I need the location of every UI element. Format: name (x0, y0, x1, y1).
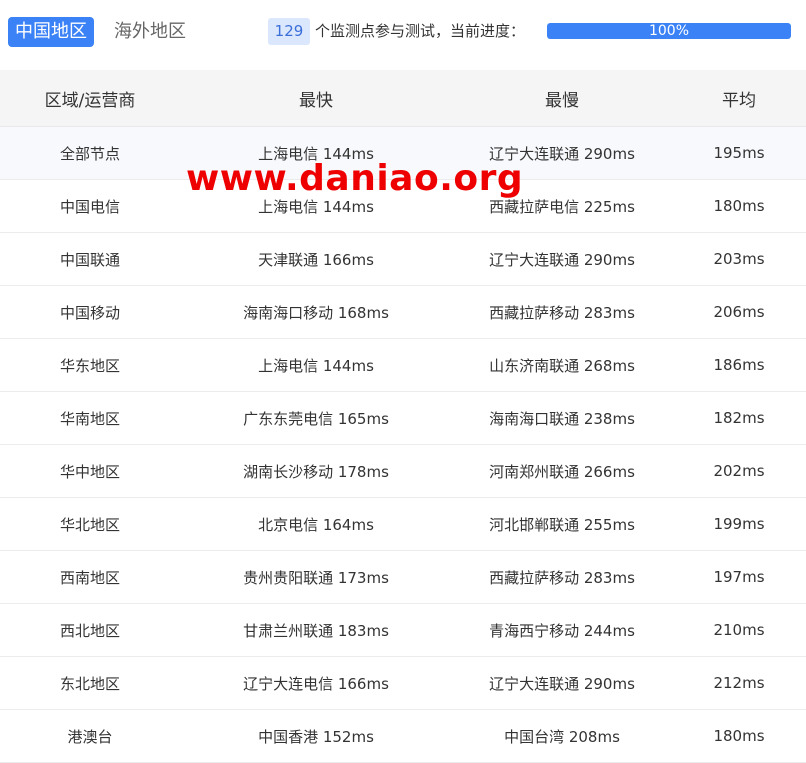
table-row: 华中地区 湖南长沙移动 178ms 河南郑州联通 266ms 202ms (0, 444, 806, 498)
slowest-cell: 海南海口联通 238ms (452, 391, 672, 445)
table-row: 华南地区 广东东莞电信 165ms 海南海口联通 238ms 182ms (0, 391, 806, 445)
fastest-cell: 湖南长沙移动 178ms (180, 444, 452, 498)
slowest-cell: 河北邯郸联通 255ms (452, 497, 672, 551)
slowest-cell: 西藏拉萨电信 225ms (452, 179, 672, 233)
region-cell: 华南地区 (0, 391, 180, 445)
fastest-cell: 广东东莞电信 165ms (180, 391, 452, 445)
slowest-cell: 河南郑州联通 266ms (452, 444, 672, 498)
region-cell: 西南地区 (0, 550, 180, 604)
table-row: 中国移动 海南海口移动 168ms 西藏拉萨移动 283ms 206ms (0, 285, 806, 339)
progress-bar: 100% (547, 23, 791, 39)
table-row: 中国电信 上海电信 144ms 西藏拉萨电信 225ms 180ms (0, 179, 806, 233)
slowest-cell: 辽宁大连联通 290ms (452, 126, 672, 180)
header-fastest: 最快 (180, 70, 452, 127)
region-cell: 华北地区 (0, 497, 180, 551)
table-row: 华北地区 北京电信 164ms 河北邯郸联通 255ms 199ms (0, 497, 806, 551)
monitor-count-badge: 129 (268, 18, 310, 45)
average-cell: 195ms (672, 126, 806, 180)
table-row: 港澳台 中国香港 152ms 中国台湾 208ms 180ms (0, 709, 806, 763)
region-cell: 全部节点 (0, 126, 180, 180)
region-cell: 华中地区 (0, 444, 180, 498)
progress-description: 个监测点参与测试，当前进度： (315, 22, 526, 40)
region-cell: 华东地区 (0, 338, 180, 392)
table-row: 中国联通 天津联通 166ms 辽宁大连联通 290ms 203ms (0, 232, 806, 286)
average-cell: 180ms (672, 179, 806, 233)
average-cell: 186ms (672, 338, 806, 392)
tab-china-region[interactable]: 中国地区 (8, 17, 94, 47)
tab-overseas-region[interactable]: 海外地区 (114, 17, 186, 47)
header-slowest: 最慢 (452, 70, 672, 127)
fastest-cell: 甘肃兰州联通 183ms (180, 603, 452, 657)
average-cell: 180ms (672, 709, 806, 763)
average-cell: 182ms (672, 391, 806, 445)
top-bar: 中国地区 海外地区 129 个监测点参与测试，当前进度： 100% (0, 0, 806, 64)
region-cell: 东北地区 (0, 656, 180, 710)
slowest-cell: 山东济南联通 268ms (452, 338, 672, 392)
average-cell: 206ms (672, 285, 806, 339)
fastest-cell: 上海电信 144ms (180, 126, 452, 180)
fastest-cell: 贵州贵阳联通 173ms (180, 550, 452, 604)
fastest-cell: 上海电信 144ms (180, 179, 452, 233)
slowest-cell: 西藏拉萨移动 283ms (452, 550, 672, 604)
average-cell: 212ms (672, 656, 806, 710)
progress-percent-label: 100% (648, 23, 690, 39)
fastest-cell: 上海电信 144ms (180, 338, 452, 392)
average-cell: 203ms (672, 232, 806, 286)
region-cell: 西北地区 (0, 603, 180, 657)
average-cell: 210ms (672, 603, 806, 657)
slowest-cell: 西藏拉萨移动 283ms (452, 285, 672, 339)
table-header-row: 区域/运营商 最快 最慢 平均 (0, 70, 806, 127)
header-region-isp: 区域/运营商 (0, 70, 180, 127)
fastest-cell: 辽宁大连电信 166ms (180, 656, 452, 710)
table-row: 华东地区 上海电信 144ms 山东济南联通 268ms 186ms (0, 338, 806, 392)
slowest-cell: 青海西宁移动 244ms (452, 603, 672, 657)
slowest-cell: 中国台湾 208ms (452, 709, 672, 763)
table-body: 全部节点 上海电信 144ms 辽宁大连联通 290ms 195ms 中国电信 上海电信 … (0, 126, 806, 763)
average-cell: 199ms (672, 497, 806, 551)
fastest-cell: 北京电信 164ms (180, 497, 452, 551)
region-cell: 中国联通 (0, 232, 180, 286)
region-cell: 中国移动 (0, 285, 180, 339)
average-cell: 202ms (672, 444, 806, 498)
latency-table: 区域/运营商 最快 最慢 平均 全部节点 上海电信 144ms 辽宁大连联通 290… (0, 70, 806, 763)
fastest-cell: 天津联通 166ms (180, 232, 452, 286)
average-cell: 197ms (672, 550, 806, 604)
slowest-cell: 辽宁大连联通 290ms (452, 656, 672, 710)
table-row: 东北地区 辽宁大连电信 166ms 辽宁大连联通 290ms 212ms (0, 656, 806, 710)
header-average: 平均 (672, 70, 806, 127)
region-cell: 港澳台 (0, 709, 180, 763)
region-cell: 中国电信 (0, 179, 180, 233)
table-row: 西南地区 贵州贵阳联通 173ms 西藏拉萨移动 283ms 197ms (0, 550, 806, 604)
slowest-cell: 辽宁大连联通 290ms (452, 232, 672, 286)
table-row: 全部节点 上海电信 144ms 辽宁大连联通 290ms 195ms (0, 126, 806, 180)
table-row: 西北地区 甘肃兰州联通 183ms 青海西宁移动 244ms 210ms (0, 603, 806, 657)
fastest-cell: 海南海口移动 168ms (180, 285, 452, 339)
fastest-cell: 中国香港 152ms (180, 709, 452, 763)
